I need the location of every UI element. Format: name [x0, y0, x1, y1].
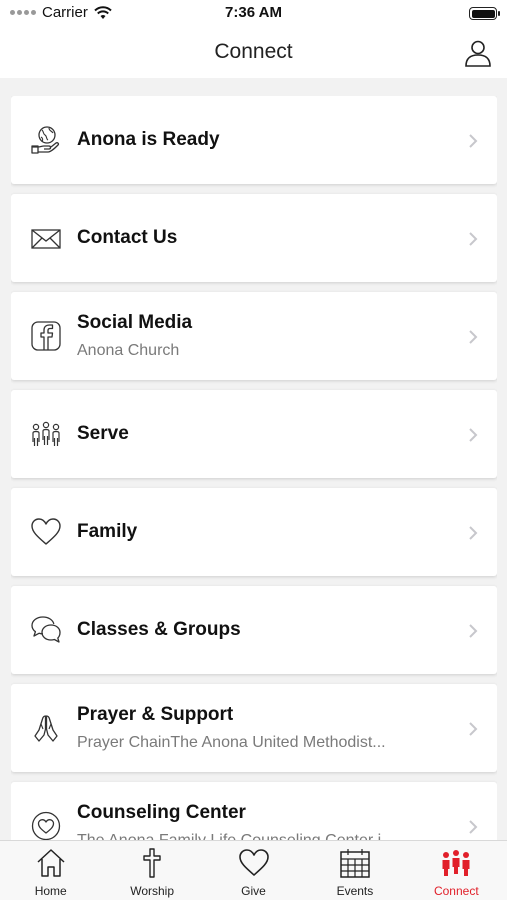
- chevron-right-icon: [469, 134, 478, 148]
- nav-bar: Connect: [0, 28, 507, 78]
- list-item-title: Social Media: [77, 312, 193, 333]
- tab-home[interactable]: Home: [0, 841, 101, 900]
- list-item-text: Social Media Anona Church: [77, 312, 437, 360]
- list-item-text: Serve: [77, 423, 437, 445]
- list-item-title: Family: [77, 521, 138, 542]
- list-item-title: Classes & Groups: [77, 619, 241, 640]
- chevron-right-icon: [469, 722, 478, 736]
- tab-give[interactable]: Give: [203, 841, 304, 900]
- list-item-prayer-support[interactable]: Prayer & Support Prayer ChainThe Anona U…: [11, 684, 497, 772]
- list-item-contact-us[interactable]: Contact Us: [11, 194, 497, 282]
- tab-label: Home: [34, 884, 67, 898]
- chevron-right-icon: [469, 232, 478, 246]
- list-item-text: Contact Us: [77, 227, 437, 249]
- status-bar: Carrier 7:36 AM: [0, 0, 507, 28]
- chevron-right-icon: [469, 624, 478, 638]
- tab-label: Events: [336, 884, 374, 898]
- heart-circle-icon: [31, 811, 61, 840]
- list-item-title: Contact Us: [77, 227, 178, 248]
- heart-icon: [238, 849, 269, 876]
- tab-worship[interactable]: Worship: [101, 841, 202, 900]
- tab-bar: Home Worship Give Events Connect: [0, 840, 507, 900]
- tab-label: Give: [241, 884, 266, 898]
- battery-icon: [469, 7, 500, 20]
- calendar-icon: [340, 849, 370, 878]
- people-icon: [32, 421, 60, 446]
- heart-icon: [31, 518, 61, 545]
- list-item-family[interactable]: Family: [11, 488, 497, 576]
- list-item-subtitle: Anona Church: [77, 342, 180, 359]
- status-time: 7:36 AM: [225, 4, 282, 21]
- chat-bubbles-icon: [31, 616, 61, 643]
- tab-label: Connect: [433, 884, 479, 898]
- list-item-text: Anona is Ready: [77, 129, 437, 151]
- chevron-right-icon: [469, 526, 478, 540]
- profile-icon[interactable]: [463, 38, 493, 68]
- list-item-anona-is-ready[interactable]: Anona is Ready: [11, 96, 497, 184]
- tab-connect[interactable]: Connect: [406, 841, 507, 900]
- chevron-right-icon: [469, 428, 478, 442]
- list-item-title: Anona is Ready: [77, 129, 220, 150]
- list-item-text: Counseling Center The Anona Family Life …: [77, 802, 437, 840]
- globe-hand-icon: [31, 126, 60, 154]
- list-item-text: Classes & Groups: [77, 619, 437, 641]
- list-item-title: Serve: [77, 423, 129, 444]
- list-item-serve[interactable]: Serve: [11, 390, 497, 478]
- list-item-text: Family: [77, 521, 437, 543]
- tab-events[interactable]: Events: [304, 841, 405, 900]
- praying-hands-icon: [34, 715, 58, 742]
- page-title: Connect: [214, 40, 293, 63]
- list-item-text: Prayer & Support Prayer ChainThe Anona U…: [77, 704, 437, 752]
- list-item-title: Counseling Center: [77, 802, 246, 823]
- home-icon: [37, 849, 65, 877]
- people-icon: [442, 850, 470, 876]
- list-item-counseling-center[interactable]: Counseling Center The Anona Family Life …: [11, 782, 497, 840]
- list-item-subtitle: The Anona Family Life Counseling Center …: [77, 832, 437, 840]
- cross-icon: [143, 848, 161, 878]
- list-item-title: Prayer & Support: [77, 704, 234, 725]
- chevron-right-icon: [469, 820, 478, 834]
- list-item-social-media[interactable]: Social Media Anona Church: [11, 292, 497, 380]
- facebook-icon: [31, 321, 61, 351]
- tab-label: Worship: [130, 884, 174, 898]
- list-item-classes-groups[interactable]: Classes & Groups: [11, 586, 497, 674]
- chevron-right-icon: [469, 330, 478, 344]
- envelope-icon: [31, 229, 61, 249]
- list-item-subtitle: Prayer ChainThe Anona United Methodist..…: [77, 734, 386, 751]
- connect-list: Anona is Ready Contact Us Social Media A…: [11, 96, 497, 840]
